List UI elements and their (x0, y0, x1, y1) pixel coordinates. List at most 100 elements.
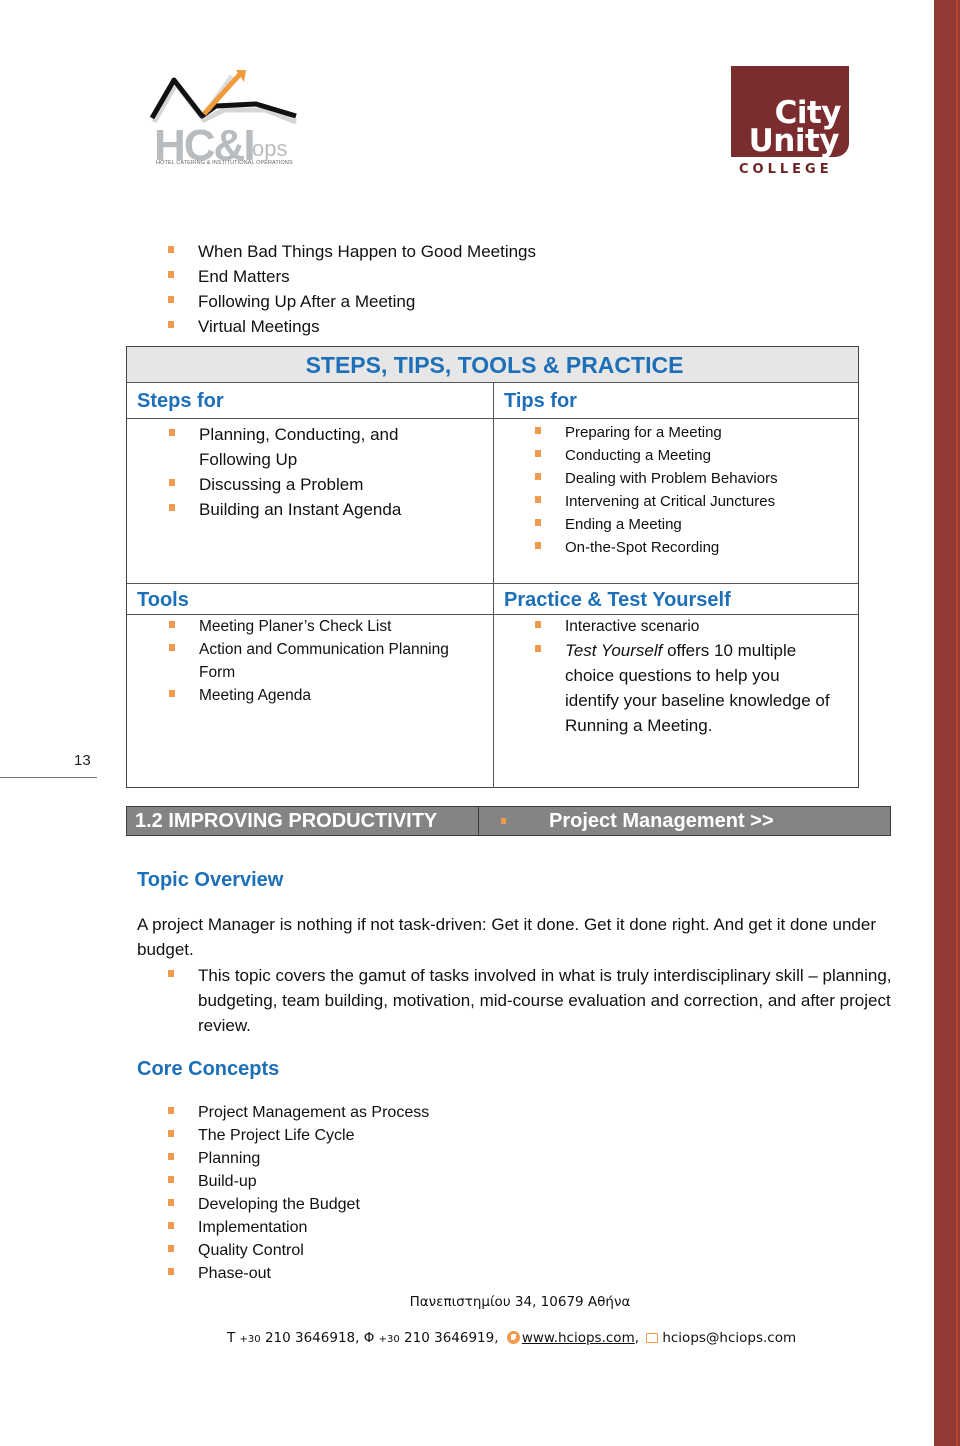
hci-logo-suffix: ops (252, 136, 288, 161)
list-item: Test Yourself offers 10 multiple choice … (535, 638, 835, 738)
fax-country-code: +30 (378, 1334, 400, 1345)
list-item: Phase-out (168, 1262, 429, 1285)
tools-list: Meeting Planer’s Check List Action and C… (169, 615, 489, 707)
footer-contact: T +30 210 3646918, Φ +30 210 3646919, ww… (227, 1330, 797, 1346)
section-bar: 1.2 IMPROVING PRODUCTIVITY Project Manag… (126, 806, 891, 836)
list-item: This topic covers the gamut of tasks inv… (168, 963, 898, 1038)
bullet-icon (535, 496, 541, 503)
footer-address: Πανεπιστημίου 34, 10679 Αθήνα (409, 1294, 631, 1310)
list-item: Ending a Meeting (535, 513, 778, 536)
table-title: STEPS, TIPS, TOOLS & PRACTICE (127, 347, 858, 383)
practice-heading: Practice & Test Yourself (504, 589, 731, 611)
core-concepts-list: Project Management as Process The Projec… (168, 1101, 429, 1285)
list-item: On-the-Spot Recording (535, 536, 778, 559)
bullet-icon (169, 429, 175, 436)
practice-list: Interactive scenario Test Yourself offer… (535, 615, 835, 738)
list-item: Intervening at Critical Junctures (535, 490, 778, 513)
list-item: Interactive scenario (535, 615, 835, 638)
bullet-icon (168, 1107, 174, 1114)
city-unity-college-logo: City Unity COLLEGE (731, 66, 849, 178)
list-item: Project Management as Process (168, 1101, 429, 1124)
bullet-icon (535, 450, 541, 457)
section-subtitle-link[interactable]: Project Management >> (549, 807, 774, 835)
bullet-icon (168, 1199, 174, 1206)
row-divider (127, 418, 493, 419)
row-divider (494, 418, 858, 419)
tools-heading: Tools (137, 589, 189, 611)
bullet-icon (169, 644, 175, 651)
bullet-icon (535, 542, 541, 549)
list-item: The Project Life Cycle (168, 1124, 429, 1147)
bullet-icon (168, 1222, 174, 1229)
bullet-icon (168, 321, 174, 328)
decorative-side-stripe (934, 0, 960, 1446)
bullet-icon (535, 473, 541, 480)
bullet-icon (535, 427, 541, 434)
bullet-icon (169, 504, 175, 511)
list-item: Planning, Conducting, and Following Up (169, 422, 469, 472)
list-item: Dealing with Problem Behaviors (535, 467, 778, 490)
bullet-icon (535, 621, 541, 628)
list-item: Planning (168, 1147, 429, 1170)
bullet-icon (169, 621, 175, 628)
list-item: Virtual Meetings (168, 314, 536, 339)
list-item: Meeting Planer’s Check List (169, 615, 489, 638)
bullet-icon (535, 645, 541, 652)
intro-list: When Bad Things Happen to Good Meetings … (168, 239, 536, 339)
list-item: Quality Control (168, 1239, 429, 1262)
bullet-icon (169, 479, 175, 486)
phone-number: 210 3646918, (260, 1330, 364, 1346)
list-item: Following Up After a Meeting (168, 289, 536, 314)
logo-box: City Unity (731, 66, 849, 157)
tips-list: Preparing for a Meeting Conducting a Mee… (535, 421, 778, 559)
list-item: End Matters (168, 264, 536, 289)
phone-prefix: T (227, 1330, 236, 1346)
mail-icon (646, 1333, 659, 1343)
bullet-icon (168, 1130, 174, 1137)
bullet-icon (169, 690, 175, 697)
logo-line-unity: Unity (748, 123, 840, 159)
globe-icon (506, 1331, 520, 1344)
hci-ops-logo: HC&I ops HOTEL CATERING & INSTITUTIONAL … (146, 70, 316, 170)
website-link[interactable]: www.hciops.com (522, 1330, 635, 1346)
list-item: When Bad Things Happen to Good Meetings (168, 239, 536, 264)
list-item: Developing the Budget (168, 1193, 429, 1216)
steps-list: Planning, Conducting, and Following Up D… (169, 422, 469, 522)
bullet-icon (535, 519, 541, 526)
logo-line-college: COLLEGE (739, 162, 833, 177)
phone-country-code: +30 (239, 1334, 261, 1345)
topic-overview-heading: Topic Overview (137, 869, 284, 891)
bullet-icon (501, 818, 506, 824)
bullet-icon (168, 246, 174, 253)
list-item: Discussing a Problem (169, 472, 469, 497)
topic-overview-paragraph: A project Manager is nothing if not task… (137, 915, 877, 959)
emphasis-test-yourself: Test Yourself (565, 641, 663, 660)
steps-tips-tools-practice-table: STEPS, TIPS, TOOLS & PRACTICE Steps for … (126, 346, 859, 788)
bullet-icon (168, 271, 174, 278)
bullet-icon (168, 1176, 174, 1183)
fax-prefix: Φ (363, 1330, 375, 1346)
hci-logo-subtitle: HOTEL CATERING & INSTITUTIONAL OPERATION… (156, 160, 293, 166)
page-number-rule (0, 777, 97, 778)
list-item: Build-up (168, 1170, 429, 1193)
email-address[interactable]: hciops@hciops.com (662, 1330, 796, 1346)
bullet-icon (168, 1268, 174, 1275)
list-item: Building an Instant Agenda (169, 497, 469, 522)
list-item: Preparing for a Meeting (535, 421, 778, 444)
steps-heading: Steps for (137, 390, 224, 412)
list-item: Meeting Agenda (169, 684, 489, 707)
bullet-icon (168, 1245, 174, 1252)
section-title: 1.2 IMPROVING PRODUCTIVITY (135, 810, 438, 832)
bullet-icon (168, 1153, 174, 1160)
list-item: Conducting a Meeting (535, 444, 778, 467)
bullet-icon (168, 296, 174, 303)
section-divider (478, 807, 479, 835)
topic-overview-list: This topic covers the gamut of tasks inv… (168, 963, 898, 1038)
list-item: Implementation (168, 1216, 429, 1239)
tips-heading: Tips for (504, 390, 577, 412)
core-concepts-heading: Core Concepts (137, 1058, 280, 1080)
fax-number: 210 3646919, (399, 1330, 499, 1346)
bullet-icon (168, 970, 174, 977)
list-item: Action and Communication Planning Form (169, 638, 489, 684)
page-number: 13 (74, 752, 91, 769)
